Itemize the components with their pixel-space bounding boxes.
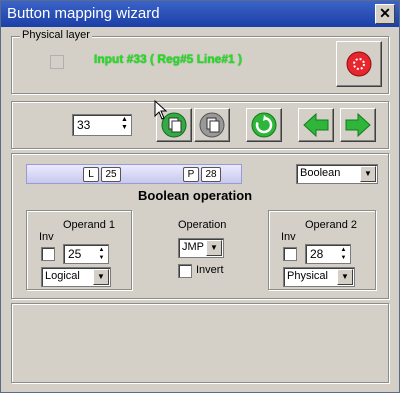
close-button[interactable]: ✕ [375, 4, 395, 24]
wizard-window: Button mapping wizard ✕ Physical layer I… [0, 0, 400, 393]
previous-button[interactable] [298, 108, 334, 142]
right-operand-tag: P [183, 167, 199, 182]
operand1-group: Inv Operand 1 25 ▲ ▼ Logical ▼ [26, 210, 132, 290]
boolean-heading: Boolean operation [138, 188, 253, 203]
toolbar-group: 33 ▲ ▼ [11, 100, 389, 149]
operand2-group: Inv Operand 2 28 ▲ ▼ Physical ▼ [268, 210, 376, 290]
close-icon: ✕ [379, 5, 391, 21]
operand2-title: Operand 2 [305, 219, 357, 231]
stop-icon [346, 51, 372, 77]
physical-layer-group: Physical layer Input #33 ( Reg#5 Line#1 … [11, 29, 389, 94]
arrow-right-icon [345, 112, 371, 138]
operand2-type-value: Physical [287, 270, 328, 282]
operand1-value: 25 [68, 247, 82, 261]
operand2-spinner[interactable]: 28 ▲ ▼ [305, 244, 351, 264]
chevron-down-icon[interactable]: ▼ [93, 269, 109, 285]
operand1-spinner[interactable]: 25 ▲ ▼ [63, 244, 109, 264]
chevron-down-icon[interactable]: ▼ [206, 240, 222, 256]
invert-label: Invert [196, 264, 224, 276]
window-title: Button mapping wizard [7, 5, 160, 22]
spinner-arrows[interactable]: ▲ ▼ [119, 116, 130, 134]
refresh-button[interactable] [246, 108, 282, 142]
arrow-left-icon [303, 112, 329, 138]
stop-button[interactable] [336, 41, 382, 87]
operand-slider[interactable]: L 25 P 28 [26, 164, 242, 184]
operand2-type-select[interactable]: Physical ▼ [283, 267, 355, 287]
input-status-text: Input #33 ( Reg#5 Line#1 ) [94, 52, 243, 66]
operand1-title: Operand 1 [63, 219, 115, 231]
paste-icon [199, 112, 225, 138]
status-panel [11, 303, 389, 383]
mouse-cursor-icon [154, 100, 168, 120]
physical-layer-legend: Physical layer [20, 29, 92, 41]
operand2-inv-checkbox[interactable] [283, 247, 297, 261]
title-bar: Button mapping wizard ✕ [1, 1, 399, 27]
mode-value: Boolean [300, 167, 341, 179]
operand2-value: 28 [310, 247, 324, 261]
operand1-inv-label: Inv [39, 231, 54, 243]
operand1-inv-checkbox[interactable] [41, 247, 55, 261]
refresh-icon [251, 112, 277, 138]
physical-layer-checkbox[interactable] [50, 55, 64, 69]
input-number-value: 33 [77, 118, 91, 132]
boolean-group: L 25 P 28 Boolean ▼ Boolean operation In… [11, 153, 389, 299]
chevron-down-icon[interactable]: ▼ [337, 269, 353, 285]
operand1-type-value: Logical [45, 270, 80, 282]
input-number-spinner[interactable]: 33 ▲ ▼ [72, 114, 132, 136]
operation-value: JMP [182, 241, 204, 253]
operand2-spinner-arrows[interactable]: ▲ ▼ [338, 246, 349, 262]
right-operand-value: 28 [201, 167, 221, 182]
left-operand-tag: L [83, 167, 99, 182]
left-operand-value: 25 [101, 167, 121, 182]
mode-select[interactable]: Boolean ▼ [296, 164, 378, 184]
paste-button[interactable] [194, 108, 230, 142]
operation-title: Operation [178, 219, 227, 231]
operand2-inv-label: Inv [281, 231, 296, 243]
operation-select[interactable]: JMP ▼ [178, 238, 224, 258]
invert-checkbox[interactable] [178, 264, 192, 278]
next-button[interactable] [340, 108, 376, 142]
chevron-down-icon[interactable]: ▼ [360, 166, 376, 182]
operand1-spinner-arrows[interactable]: ▲ ▼ [96, 246, 107, 262]
operand1-type-select[interactable]: Logical ▼ [41, 267, 111, 287]
